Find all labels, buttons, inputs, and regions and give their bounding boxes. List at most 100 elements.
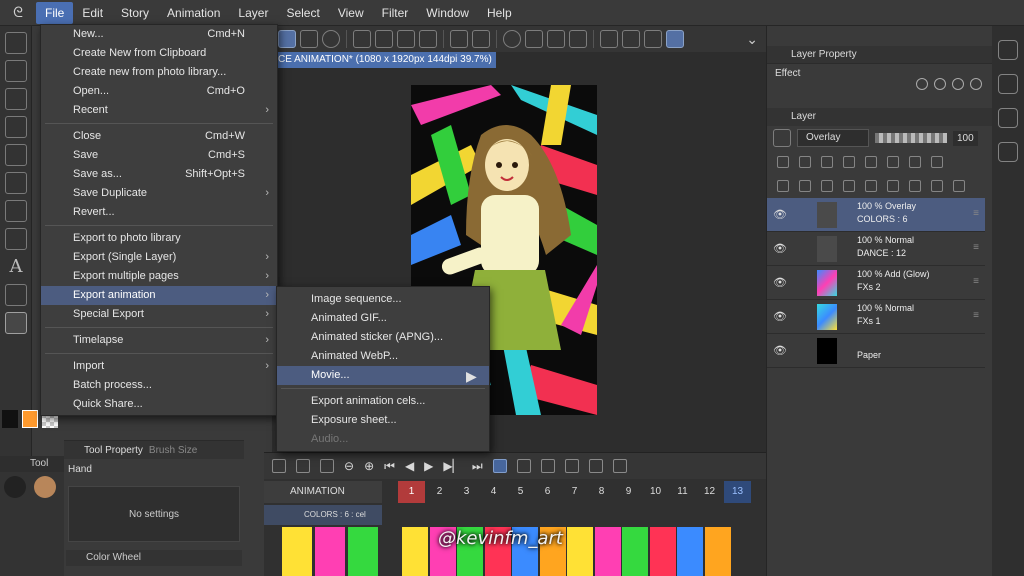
left-cel[interactable] xyxy=(282,527,312,576)
deselect-icon[interactable] xyxy=(600,30,618,48)
open-folder-icon[interactable] xyxy=(375,30,393,48)
loop-icon[interactable] xyxy=(492,459,507,473)
save-icon[interactable] xyxy=(397,30,415,48)
timeline-cel[interactable] xyxy=(567,527,593,576)
vector-icon[interactable] xyxy=(5,284,27,306)
new-raster-icon[interactable] xyxy=(777,180,789,192)
first-frame-icon[interactable]: ⏮ xyxy=(384,459,395,474)
more-options-icon[interactable] xyxy=(612,459,627,473)
tool-tab[interactable]: Tool xyxy=(0,456,64,472)
menu-item-export-single-layer[interactable]: Export (Single Layer) › xyxy=(41,248,277,267)
layer-item-fxs1[interactable]: 👁 100 % Normal FXs 1 ≡ xyxy=(767,300,985,334)
play-icon[interactable]: ▶ xyxy=(424,459,433,473)
extract-line-icon[interactable] xyxy=(970,78,982,90)
clip-icon[interactable] xyxy=(777,156,789,168)
menu-item-create-from-clipboard[interactable]: Create New from Clipboard xyxy=(41,44,277,63)
eye-icon[interactable]: 👁 xyxy=(773,276,787,289)
layer-item-fxs2[interactable]: 👁 100 % Add (Glow) FXs 2 ≡ xyxy=(767,266,985,300)
new-file-icon[interactable] xyxy=(353,30,371,48)
menu-item-batch-process[interactable]: Batch process... xyxy=(41,376,277,395)
layers-icon[interactable] xyxy=(998,142,1018,162)
menu-item-open[interactable]: Open... Cmd+O xyxy=(41,82,277,101)
menu-item-special-export[interactable]: Special Export › xyxy=(41,305,277,324)
hand-tool-icon[interactable] xyxy=(5,312,27,334)
sub-color-swatch[interactable] xyxy=(22,410,38,428)
next-frame-icon[interactable]: ▶▏ xyxy=(443,459,461,473)
gradient-icon[interactable] xyxy=(5,200,27,222)
layer-property-tab[interactable]: Layer Property xyxy=(767,46,992,64)
menu-item-timelapse[interactable]: Timelapse › xyxy=(41,331,277,350)
timeline-cel[interactable] xyxy=(704,527,731,576)
stepper-icon[interactable] xyxy=(773,129,791,147)
menu-item-quick-share[interactable]: Quick Share... xyxy=(41,395,277,414)
eye-icon[interactable]: 👁 xyxy=(773,242,787,255)
main-color-swatch[interactable] xyxy=(2,410,18,428)
menu-item-create-from-photo[interactable]: Create new from photo library... xyxy=(41,63,277,82)
mask-icon[interactable] xyxy=(865,156,877,168)
edit-timeline-icon[interactable] xyxy=(296,459,310,473)
stop-icon[interactable] xyxy=(644,30,662,48)
menu-item-recent[interactable]: Recent › xyxy=(41,101,277,120)
fill-icon[interactable] xyxy=(547,30,565,48)
menu-edit[interactable]: Edit xyxy=(73,2,112,24)
check-icon[interactable] xyxy=(666,30,684,48)
eye-icon[interactable]: 👁 xyxy=(773,344,787,357)
clear-icon[interactable] xyxy=(525,30,543,48)
frame-number[interactable]: 10 xyxy=(642,481,669,503)
menu-item-save-as[interactable]: Save as... Shift+Opt+S xyxy=(41,165,277,184)
submenu-item-exposure-sheet[interactable]: Exposure sheet... xyxy=(277,411,489,430)
menu-filter[interactable]: Filter xyxy=(373,2,418,24)
redo-icon[interactable] xyxy=(472,30,490,48)
blend-mode-select[interactable]: Overlay xyxy=(797,129,869,147)
brush-size-tab[interactable]: Brush Size xyxy=(149,445,197,456)
left-cel[interactable] xyxy=(348,527,378,576)
new-timeline-icon[interactable] xyxy=(272,459,286,473)
frame-number[interactable]: 2 xyxy=(426,481,453,503)
frame-number[interactable]: 6 xyxy=(534,481,561,503)
text-tool-icon[interactable]: A xyxy=(5,256,27,278)
trash-icon[interactable] xyxy=(953,180,965,192)
left-cel[interactable] xyxy=(315,527,345,576)
app-logo-icon[interactable]: ᘓ xyxy=(0,0,36,26)
opacity-value[interactable]: 100 xyxy=(953,130,978,146)
layer-color-icon[interactable] xyxy=(909,156,921,168)
zoom-in-icon[interactable]: ⊕ xyxy=(364,459,374,473)
frame-number[interactable]: 9 xyxy=(615,481,642,503)
crop-icon[interactable] xyxy=(569,30,587,48)
menu-story[interactable]: Story xyxy=(112,2,158,24)
frame-number[interactable]: 7 xyxy=(561,481,588,503)
menu-item-new[interactable]: New... Cmd+N xyxy=(41,25,277,44)
quick-access-icon[interactable] xyxy=(322,30,340,48)
layer-color-icon[interactable] xyxy=(952,78,964,90)
menu-item-import[interactable]: Import › xyxy=(41,357,277,376)
pencil-icon[interactable] xyxy=(5,60,27,82)
menu-select[interactable]: Select xyxy=(277,2,328,24)
folder-icon[interactable] xyxy=(843,180,855,192)
color-dial-brown[interactable] xyxy=(34,476,56,498)
canvas-tab[interactable]: CE ANIMATION* (1080 x 1920px 144dpi 39.7… xyxy=(272,52,496,68)
submenu-item-movie[interactable]: Movie... xyxy=(277,366,489,385)
frame-number[interactable]: 12 xyxy=(696,481,723,503)
timeline-cel[interactable] xyxy=(677,527,703,576)
eye-icon[interactable]: 👁 xyxy=(773,310,787,323)
sub-view-icon[interactable] xyxy=(998,74,1018,94)
specify-cel-icon[interactable] xyxy=(540,459,555,473)
lock-icon[interactable] xyxy=(821,156,833,168)
menu-file[interactable]: File xyxy=(36,1,74,24)
menu-item-export-photo-library[interactable]: Export to photo library xyxy=(41,229,277,248)
menu-help[interactable]: Help xyxy=(478,2,521,24)
menu-view[interactable]: View xyxy=(329,2,373,24)
tone-effect-icon[interactable] xyxy=(934,78,946,90)
end-frame[interactable]: 13 xyxy=(724,481,751,503)
apply-mask-icon[interactable] xyxy=(931,180,943,192)
drag-handle-icon[interactable]: ≡ xyxy=(973,276,979,287)
menu-item-export-animation[interactable]: Export animation › xyxy=(41,286,277,305)
tool-property-tab[interactable]: Tool Property xyxy=(84,445,143,456)
grid-icon[interactable] xyxy=(5,116,27,138)
lock-alpha-icon[interactable] xyxy=(843,156,855,168)
menu-layer[interactable]: Layer xyxy=(229,2,277,24)
new-folder-icon[interactable] xyxy=(821,180,833,192)
layer-tab[interactable]: Layer xyxy=(767,108,992,126)
frame-number[interactable]: 3 xyxy=(453,481,480,503)
prev-frame-icon[interactable]: ◀ xyxy=(405,459,414,473)
